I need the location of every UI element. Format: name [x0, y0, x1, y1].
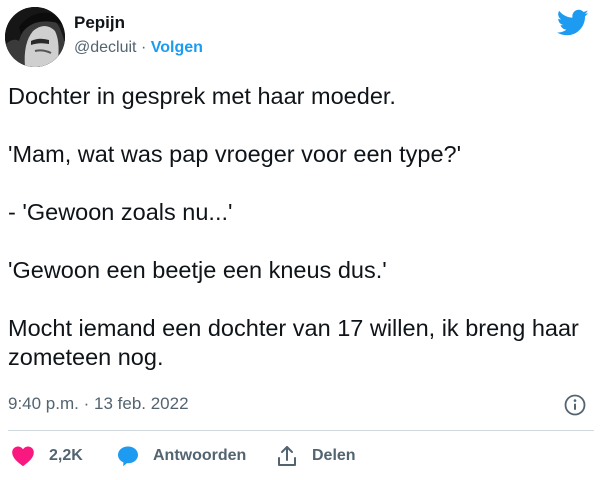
tweet-timestamp[interactable]: 9:40 p.m. · 13 feb. 2022	[8, 393, 189, 415]
author-handle[interactable]: @decluit	[74, 39, 137, 56]
tweet-paragraph: 'Mam, wat was pap vroeger voor een type?…	[8, 141, 462, 167]
reply-label: Antwoorden	[153, 447, 247, 464]
divider	[8, 430, 594, 431]
author-name[interactable]: Pepijn	[74, 12, 125, 34]
timestamp-separator: ·	[83, 394, 90, 413]
tweet-date: 13 feb. 2022	[94, 394, 189, 413]
share-label: Delen	[312, 447, 356, 464]
tweet-paragraph: Dochter in gesprek met haar moeder.	[8, 83, 396, 109]
author-handle-row: @decluit · Volgen	[74, 38, 203, 58]
tweet-paragraph: Mocht iemand een dochter van 17 willen, …	[8, 315, 579, 370]
info-icon[interactable]	[564, 394, 586, 416]
tweet-paragraph: 'Gewoon een beetje een kneus dus.'	[8, 257, 387, 283]
twitter-bird-icon[interactable]	[556, 9, 589, 37]
avatar-photo	[5, 7, 65, 67]
like-button[interactable]: 2,2K	[11, 441, 83, 471]
share-arrow-icon	[278, 446, 296, 466]
share-button[interactable]: Delen	[276, 441, 356, 471]
like-count: 2,2K	[49, 447, 83, 464]
tweet-time: 9:40 p.m.	[8, 394, 79, 413]
heart-icon	[12, 446, 34, 467]
speech-bubble-icon	[118, 446, 138, 467]
action-bar: 2,2K Antwoorden Delen	[0, 441, 602, 471]
reply-button[interactable]: Antwoorden	[117, 441, 246, 471]
handle-separator: ·	[140, 39, 147, 56]
avatar[interactable]	[5, 7, 65, 67]
tweet-text: Dochter in gesprek met haar moeder. 'Mam…	[8, 82, 593, 372]
follow-button[interactable]: Volgen	[151, 39, 203, 56]
tweet-paragraph: - 'Gewoon zoals nu...'	[8, 199, 233, 225]
